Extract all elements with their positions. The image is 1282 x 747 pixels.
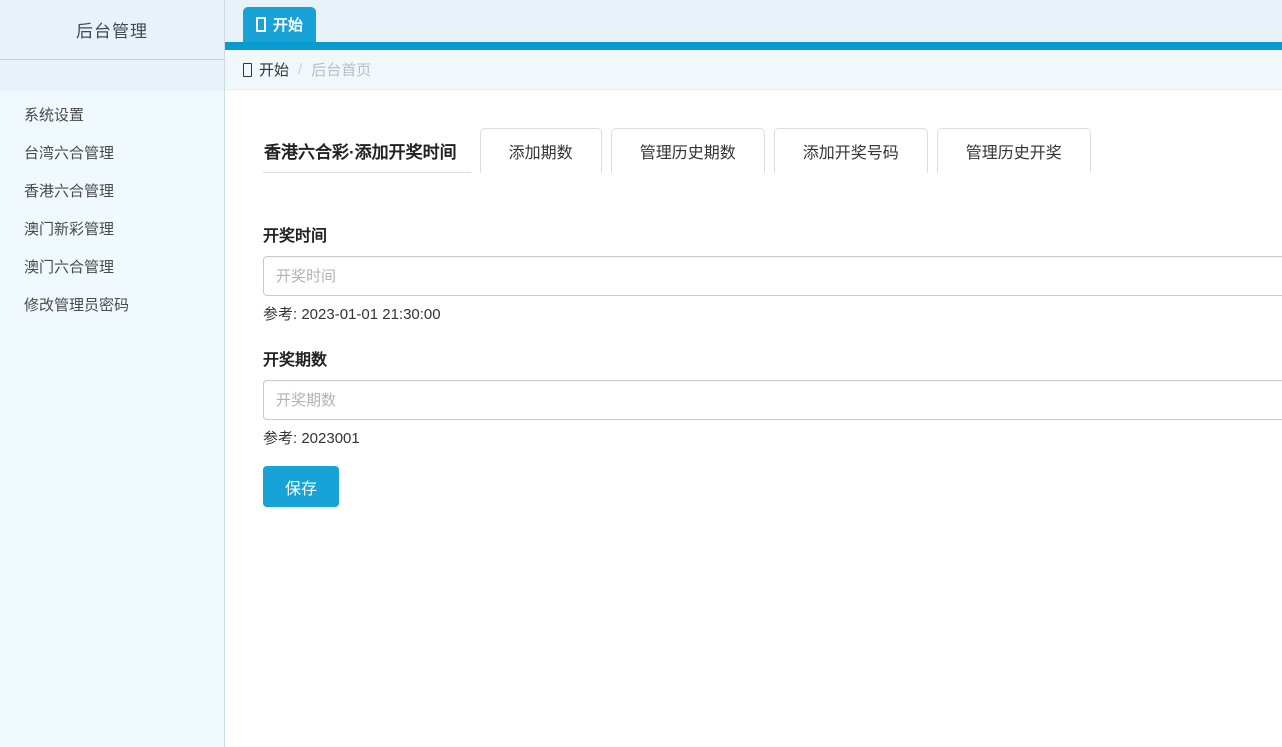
tab-add-period[interactable]: 添加期数 — [480, 128, 602, 173]
tab-start[interactable]: 开始 — [243, 7, 316, 42]
breadcrumb-current: 后台首页 — [311, 59, 371, 80]
sidebar-item-macau-new-lottery-admin[interactable]: 澳门新彩管理 — [0, 211, 224, 249]
draw-time-field-group: 开奖时间 参考: 2023-01-01 21:30:00 — [263, 222, 1282, 324]
draw-period-label: 开奖期数 — [263, 346, 1282, 370]
sidebar-item-taiwan-lottery-admin[interactable]: 台湾六合管理 — [0, 135, 224, 173]
tab-manage-history-draws[interactable]: 管理历史开奖 — [937, 128, 1091, 173]
tabs-row: 香港六合彩·添加开奖时间 添加期数 管理历史期数 添加开奖号码 管理历史开奖 — [263, 128, 1282, 173]
draw-time-input[interactable] — [263, 256, 1282, 296]
save-button[interactable]: 保存 — [263, 466, 339, 507]
breadcrumb-start-icon — [243, 63, 252, 77]
form-gap — [263, 324, 1282, 346]
top-tab-strip: 开始 — [225, 0, 1282, 42]
sidebar-item-macau-lottery-admin[interactable]: 澳门六合管理 — [0, 249, 224, 287]
breadcrumb-start[interactable]: 开始 — [243, 59, 289, 80]
app-window: 后台管理 系统设置 台湾六合管理 香港六合管理 澳门新彩管理 澳门六合管理 修改… — [0, 0, 1282, 747]
main-area: 开始 开始 / 后台首页 香港六合彩·添加开奖时间 添加期数 管理历史期数 添加… — [225, 0, 1282, 747]
app-title: 后台管理 — [0, 0, 224, 60]
sidebar-item-change-admin-password[interactable]: 修改管理员密码 — [0, 287, 224, 325]
draw-time-hint: 参考: 2023-01-01 21:30:00 — [263, 303, 1282, 324]
content-panel: 香港六合彩·添加开奖时间 添加期数 管理历史期数 添加开奖号码 管理历史开奖 开… — [225, 90, 1282, 747]
draw-time-label: 开奖时间 — [263, 222, 1282, 246]
sidebar-item-hongkong-lottery-admin[interactable]: 香港六合管理 — [0, 173, 224, 211]
breadcrumb-separator: / — [298, 61, 302, 78]
breadcrumb-start-label: 开始 — [259, 59, 289, 80]
draw-period-hint: 参考: 2023001 — [263, 427, 1282, 448]
start-tab-icon — [256, 17, 266, 32]
sidebar-spacer — [0, 60, 224, 91]
draw-period-input[interactable] — [263, 380, 1282, 420]
tab-add-draw-numbers[interactable]: 添加开奖号码 — [774, 128, 928, 173]
draw-settings-form: 开奖时间 参考: 2023-01-01 21:30:00 开奖期数 参考: 20… — [263, 222, 1282, 507]
draw-period-field-group: 开奖期数 参考: 2023001 — [263, 346, 1282, 448]
panel-title: 香港六合彩·添加开奖时间 — [263, 128, 471, 173]
tab-manage-history-periods[interactable]: 管理历史期数 — [611, 128, 765, 173]
breadcrumb: 开始 / 后台首页 — [225, 50, 1282, 90]
sidebar-item-system-settings[interactable]: 系统设置 — [0, 97, 224, 135]
accent-bar — [225, 42, 1282, 50]
sidebar: 后台管理 系统设置 台湾六合管理 香港六合管理 澳门新彩管理 澳门六合管理 修改… — [0, 0, 225, 747]
start-tab-label: 开始 — [273, 14, 303, 35]
sidebar-menu: 系统设置 台湾六合管理 香港六合管理 澳门新彩管理 澳门六合管理 修改管理员密码 — [0, 91, 224, 747]
